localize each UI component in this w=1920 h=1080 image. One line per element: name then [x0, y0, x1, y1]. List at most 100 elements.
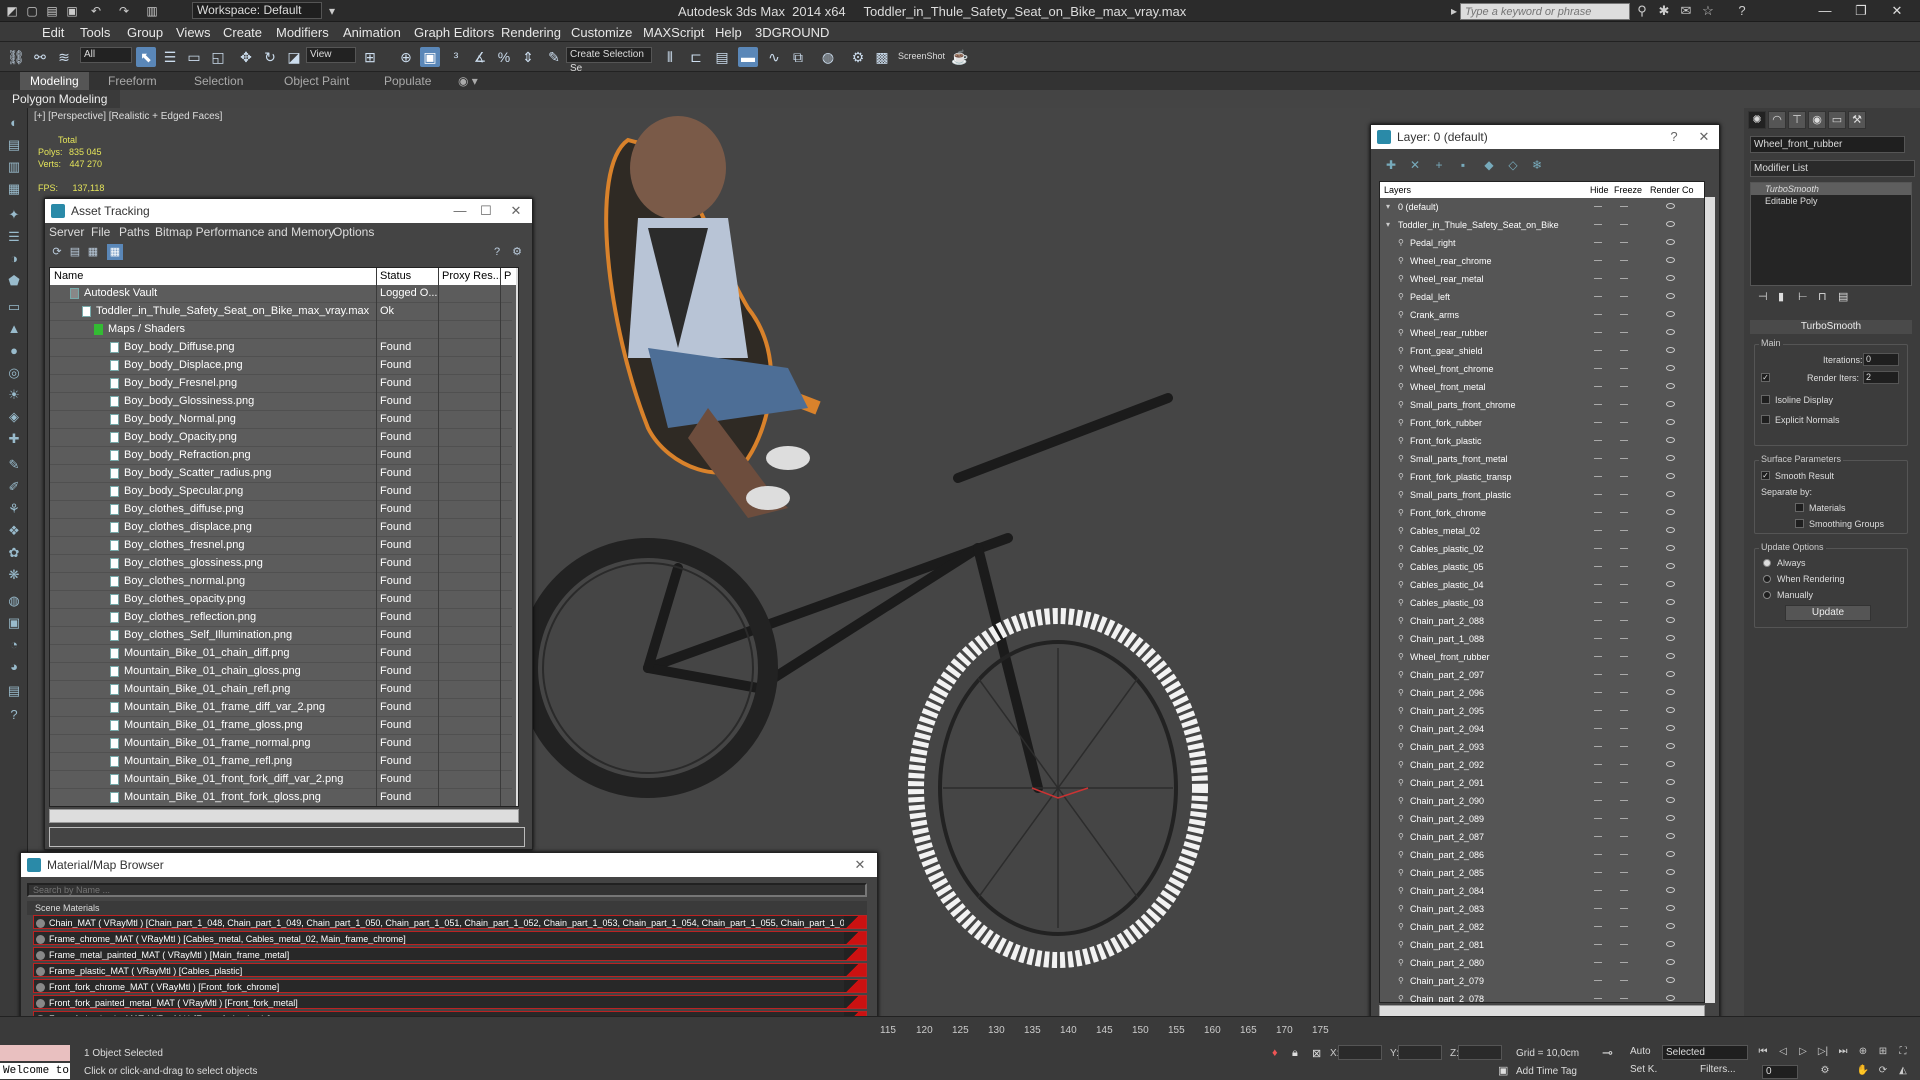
asset-horizontal-scrollbar[interactable]	[49, 809, 519, 823]
column-status[interactable]: Status	[380, 270, 411, 282]
object-icon[interactable]: ⚲	[1398, 743, 1405, 751]
layer-row[interactable]: ⚲ Chain_part_2_084	[1380, 882, 1704, 900]
render-eye-icon[interactable]	[1666, 383, 1675, 389]
asset-row[interactable]: Mountain_Bike_01_frame_refl.png Found	[50, 753, 512, 771]
object-icon[interactable]: ⚲	[1398, 689, 1405, 697]
tool-icon-2[interactable]: ▤	[5, 136, 23, 154]
column-proxy-res[interactable]: Proxy Res...	[442, 270, 502, 282]
link-icon[interactable]: ⛓	[6, 47, 26, 67]
freeze-toggle[interactable]	[1620, 278, 1628, 279]
freeze-toggle[interactable]	[1620, 620, 1628, 621]
redo-icon[interactable]: ↷	[116, 3, 132, 19]
hide-toggle[interactable]	[1594, 746, 1602, 747]
render-eye-icon[interactable]	[1666, 275, 1675, 281]
render-eye-icon[interactable]	[1666, 509, 1675, 515]
tool-icon-18[interactable]: ⚘	[5, 500, 23, 518]
render-eye-icon[interactable]	[1666, 815, 1675, 821]
freeze-toggle[interactable]	[1620, 782, 1628, 783]
freeze-toggle[interactable]	[1620, 404, 1628, 405]
menu-file[interactable]: File	[91, 225, 110, 239]
close-button[interactable]: ✕	[847, 853, 873, 877]
asset-row[interactable]: Toddler_in_Thule_Safety_Seat_on_Bike_max…	[50, 303, 512, 321]
layer-row[interactable]: ⚲ Pedal_left	[1380, 288, 1704, 306]
hide-toggle[interactable]	[1594, 368, 1602, 369]
render-eye-icon[interactable]	[1666, 869, 1675, 875]
freeze-toggle[interactable]	[1620, 998, 1628, 999]
favorites-star-icon[interactable]: ☆	[1700, 3, 1716, 19]
freeze-toggle[interactable]	[1620, 764, 1628, 765]
key-mode-icon[interactable]: ⊸	[1602, 1045, 1613, 1061]
freeze-toggle[interactable]	[1620, 494, 1628, 495]
toggle-ribbon-icon[interactable]: ▬	[738, 47, 758, 67]
menu-bitmap-performance[interactable]: Bitmap Performance and Memory	[155, 225, 334, 239]
hide-toggle[interactable]	[1594, 980, 1602, 981]
freeze-toggle[interactable]	[1620, 476, 1628, 477]
tool-icon-22[interactable]: ◍	[5, 592, 23, 610]
asset-row[interactable]: Boy_body_Fresnel.png Found	[50, 375, 512, 393]
pan-icon[interactable]: ✋	[1856, 1064, 1870, 1078]
brush-icon[interactable]: ✐	[5, 478, 23, 496]
curve-editor-icon[interactable]: ∿	[764, 47, 784, 67]
layer-row[interactable]: ⚲ Small_parts_front_chrome	[1380, 396, 1704, 414]
object-icon[interactable]: ⚲	[1398, 401, 1405, 409]
remove-modifier-icon[interactable]: ⊓	[1818, 290, 1827, 303]
render-eye-icon[interactable]	[1666, 905, 1675, 911]
tool-icon-21[interactable]: ❋	[5, 566, 23, 584]
stack-item-turbosmooth[interactable]: TurboSmooth	[1751, 183, 1911, 195]
tab-populate[interactable]: Populate	[384, 74, 431, 88]
freeze-toggle[interactable]	[1620, 656, 1628, 657]
render-eye-icon[interactable]	[1666, 707, 1675, 713]
edit-named-sel-icon[interactable]: ✎	[544, 47, 564, 67]
table-view-icon[interactable]: ▦	[85, 244, 101, 260]
hide-toggle[interactable]	[1594, 854, 1602, 855]
hide-toggle[interactable]	[1594, 674, 1602, 675]
asset-row[interactable]: Boy_body_Diffuse.png Found	[50, 339, 512, 357]
hide-toggle[interactable]	[1594, 710, 1602, 711]
freeze-toggle[interactable]	[1620, 260, 1628, 261]
asset-row[interactable]: Autodesk Vault Logged O...	[50, 285, 512, 303]
render-eye-icon[interactable]	[1666, 995, 1675, 1001]
column-layers[interactable]: Layers	[1384, 185, 1411, 195]
render-eye-icon[interactable]	[1666, 851, 1675, 857]
hide-toggle[interactable]	[1594, 800, 1602, 801]
freeze-toggle[interactable]	[1620, 926, 1628, 927]
add-time-tag[interactable]: Add Time Tag	[1516, 1066, 1577, 1077]
zoom-all-icon[interactable]: ⊞	[1876, 1045, 1890, 1059]
freeze-toggle[interactable]	[1620, 548, 1628, 549]
hide-toggle[interactable]	[1594, 584, 1602, 585]
asset-row[interactable]: Boy_body_Glossiness.png Found	[50, 393, 512, 411]
hide-toggle[interactable]	[1594, 638, 1602, 639]
freeze-toggle[interactable]	[1620, 602, 1628, 603]
time-config-icon[interactable]: ⚙	[1818, 1064, 1832, 1078]
maximize-button[interactable]: ☐	[473, 199, 499, 223]
tool-icon-1[interactable]: ◐	[5, 114, 23, 132]
timeline-ruler[interactable]: 115 120 125 130 135 140 145 150 155 160 165 170 175	[880, 1023, 1370, 1041]
freeze-toggle[interactable]	[1620, 458, 1628, 459]
select-layer-objects-icon[interactable]: ▪	[1455, 157, 1471, 173]
object-icon[interactable]: ⚲	[1398, 473, 1405, 481]
freeze-toggle[interactable]	[1620, 224, 1628, 225]
object-icon[interactable]: ⚲	[1398, 257, 1405, 265]
layer-row[interactable]: ⚲ Chain_part_2_097	[1380, 666, 1704, 684]
object-icon[interactable]: ⚲	[1398, 563, 1405, 571]
current-frame-field[interactable]: 0	[1762, 1065, 1798, 1079]
freeze-toggle[interactable]	[1620, 728, 1628, 729]
tool-icon-6[interactable]: ☰	[5, 228, 23, 246]
object-icon[interactable]: ⚲	[1398, 779, 1405, 787]
utilities-tab-icon[interactable]: ⚒	[1848, 111, 1866, 129]
object-icon[interactable]: ⚲	[1398, 275, 1405, 283]
x-coordinate-field[interactable]	[1338, 1045, 1382, 1060]
layer-row[interactable]: ⚲ Chain_part_2_095	[1380, 702, 1704, 720]
render-eye-icon[interactable]	[1666, 203, 1675, 209]
chevron-down-icon[interactable]: ▾	[324, 3, 340, 19]
angle-snap-icon[interactable]: ∡	[470, 47, 490, 67]
freeze-toggle[interactable]	[1620, 908, 1628, 909]
freeze-toggle[interactable]	[1620, 944, 1628, 945]
asset-row[interactable]: Boy_body_Specular.png Found	[50, 483, 512, 501]
render-eye-icon[interactable]	[1666, 797, 1675, 803]
object-icon[interactable]: ⚲	[1398, 635, 1405, 643]
render-eye-icon[interactable]	[1666, 761, 1675, 767]
tool-icon-19[interactable]: ❖	[5, 522, 23, 540]
layer-row[interactable]: ⚲ Chain_part_2_078	[1380, 990, 1704, 1002]
object-icon[interactable]: ⚲	[1398, 851, 1405, 859]
